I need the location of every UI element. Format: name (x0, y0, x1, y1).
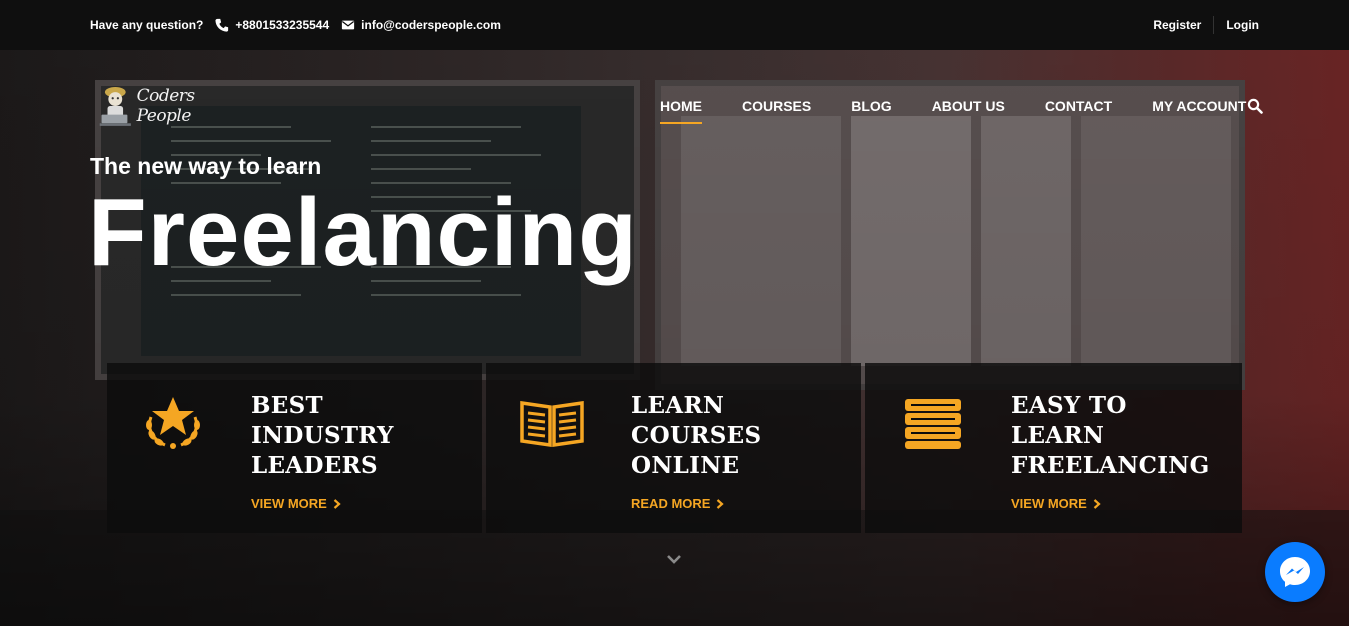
login-link[interactable]: Login (1226, 18, 1259, 32)
nav-contact[interactable]: CONTACT (1045, 98, 1112, 124)
envelope-icon (342, 20, 355, 30)
feature-boxes: BEST INDUSTRY LEADERS VIEW MORE LEARN CO… (107, 363, 1242, 533)
feature-card: LEARN COURSES ONLINE READ MORE (486, 363, 861, 533)
register-link[interactable]: Register (1153, 18, 1201, 32)
read-more-link[interactable]: READ MORE (631, 496, 725, 511)
chevron-right-icon (333, 498, 341, 509)
feature-title: BEST INDUSTRY LEADERS (251, 392, 394, 479)
email-text: info@coderspeople.com (361, 18, 501, 32)
main-nav: HOME COURSES BLOG ABOUT US CONTACT MY AC… (660, 98, 1286, 124)
chevron-right-icon (1093, 498, 1101, 509)
view-more-link[interactable]: VIEW MORE (251, 496, 341, 511)
star-laurel-icon (146, 397, 200, 449)
hero-background (0, 50, 1349, 626)
hero-tagline: The new way to learn (90, 153, 322, 179)
nav-courses[interactable]: COURSES (742, 98, 811, 124)
book-stack-icon (905, 399, 961, 449)
nav-about-us[interactable]: ABOUT US (932, 98, 1005, 124)
nav-my-account[interactable]: MY ACCOUNT (1152, 98, 1246, 124)
contact-info: Have any question? +8801533235544 info@c… (90, 0, 513, 50)
phone-icon (215, 18, 229, 32)
chevron-right-icon (717, 498, 725, 509)
divider (1213, 16, 1215, 34)
hero-headline: Freelancing (88, 179, 638, 286)
brand-name: Coders People (136, 85, 196, 126)
coder-mascot-icon (99, 86, 131, 126)
chevron-down-icon[interactable] (666, 553, 682, 565)
account-links: Register Login (1153, 0, 1259, 50)
feature-card: BEST INDUSTRY LEADERS VIEW MORE (107, 363, 482, 533)
view-more-link[interactable]: VIEW MORE (1011, 496, 1101, 511)
feature-card: EASY TO LEARN FREELANCING VIEW MORE (865, 363, 1242, 533)
messenger-chat-button[interactable] (1265, 542, 1325, 602)
top-bar: Have any question? +8801533235544 info@c… (0, 0, 1349, 50)
search-icon[interactable] (1247, 98, 1263, 114)
phone-link[interactable]: +8801533235544 (215, 18, 329, 32)
nav-blog[interactable]: BLOG (851, 98, 891, 124)
open-book-icon (520, 400, 584, 448)
question-text: Have any question? (90, 18, 204, 32)
phone-text: +8801533235544 (235, 18, 330, 32)
feature-title: LEARN COURSES ONLINE (631, 392, 762, 479)
feature-title: EASY TO LEARN FREELANCING (1011, 392, 1210, 479)
email-link[interactable]: info@coderspeople.com (341, 18, 501, 32)
messenger-icon (1280, 557, 1310, 587)
site-logo[interactable]: Coders People (98, 78, 238, 133)
nav-home[interactable]: HOME (660, 98, 702, 124)
